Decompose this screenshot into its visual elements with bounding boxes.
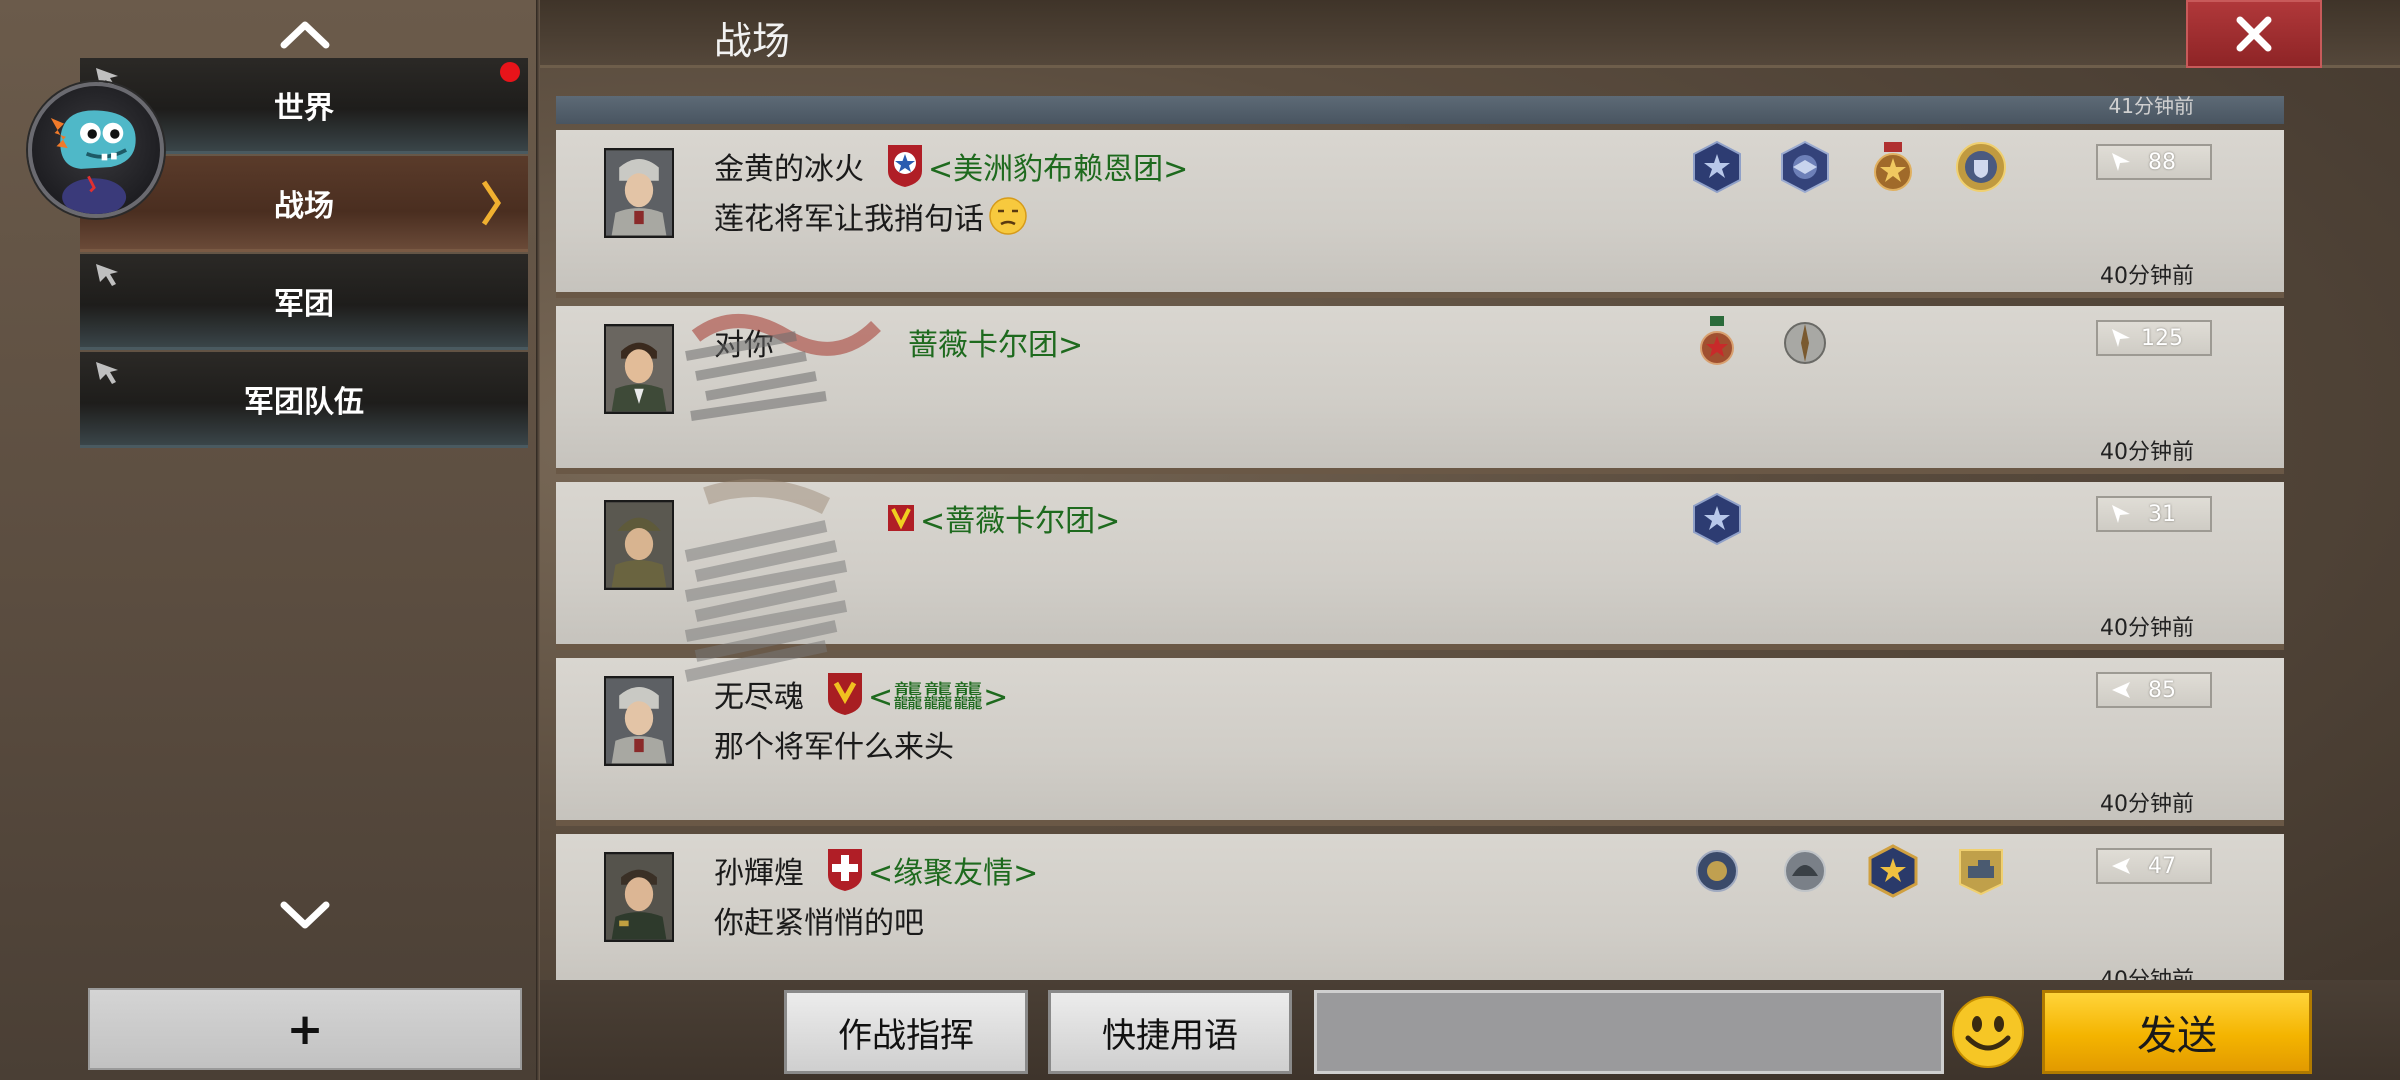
rank-indicator: 85 [2096, 672, 2212, 708]
smiley-icon [1952, 996, 2024, 1068]
message-text: 你赶紧悄悄的吧 [714, 898, 924, 942]
legion-cross-shield-icon [828, 849, 862, 891]
legion-shield-icon [888, 145, 922, 187]
message-time: 41分钟前 [2108, 96, 2194, 118]
rank-indicator: 47 [2096, 848, 2212, 884]
rank-number: 85 [2148, 677, 2176, 703]
message-body: 莲花将军让我捎句话 [714, 202, 984, 237]
arrow-up-rank-icon [2112, 329, 2130, 347]
battle-command-button[interactable]: 作战指挥 [784, 990, 1028, 1074]
sender-line: 金黄的冰火 <美洲豹布赖恩团> [714, 142, 1188, 190]
message-list[interactable]: 41分钟前 金黄的冰火 <美洲豹布赖恩团> 莲花将军让我捎句话 88 40分钟前… [556, 96, 2284, 982]
page-title: 战场 [714, 19, 791, 63]
scroll-up-arrow-icon[interactable] [276, 14, 334, 54]
legion-name[interactable]: <蔷薇卡尔团> [920, 496, 1120, 540]
emoji-button[interactable] [1950, 994, 2026, 1070]
sender-name[interactable]: 孙輝煌 [714, 848, 804, 892]
message-card[interactable]: 金黄的冰火 <美洲豹布赖恩团> 莲花将军让我捎句话 88 40分钟前 [556, 130, 2284, 298]
chevron-right-icon [481, 180, 502, 226]
player-avatar[interactable] [28, 82, 164, 218]
arrow-left-rank-icon [2112, 682, 2130, 698]
add-channel-button[interactable]: + [88, 988, 522, 1070]
sender-name[interactable]: 无尽魂 [714, 672, 804, 716]
rank-number: 47 [2148, 853, 2176, 879]
arrow-up-rank-icon [2112, 153, 2130, 171]
tab-legion-team-label: 军团队伍 [244, 384, 364, 420]
message-card[interactable]: 孙輝煌 <缘聚友情> 你赶紧悄悄的吧 47 40分钟前 [556, 834, 2284, 982]
rank-indicator: 125 [2096, 320, 2212, 356]
sender-line: 孙輝煌 <缘聚友情> [714, 846, 1038, 894]
legion-shield-icon [828, 673, 862, 715]
send-button[interactable]: 发送 [2042, 990, 2312, 1074]
sender-line: 无尽魂 <龘龘龘> [714, 670, 1008, 718]
sender-portrait[interactable] [604, 676, 674, 766]
message-body: 那个将军什么来头 [714, 730, 954, 765]
sender-portrait[interactable] [604, 148, 674, 238]
pin-icon[interactable] [92, 260, 122, 290]
helmet-medal-icon[interactable] [1778, 844, 1832, 898]
red-star-medal-icon[interactable] [1690, 316, 1744, 370]
gold-star-medal-icon[interactable] [1866, 844, 1920, 898]
panel-divider [536, 0, 540, 1080]
message-card[interactable]: 对你 蔷薇卡尔团> 125 40分钟前 [556, 306, 2284, 474]
message-text: 莲花将军让我捎句话 [714, 194, 1028, 238]
notification-dot [500, 62, 520, 82]
message-text: 那个将军什么来头 [714, 722, 954, 766]
message-time: 40分钟前 [2100, 440, 2194, 465]
close-button[interactable] [2186, 0, 2322, 68]
scroll-down-arrow-icon[interactable] [276, 896, 334, 936]
rank-indicator: 31 [2096, 496, 2212, 532]
previous-message-sliver: 41分钟前 [556, 96, 2284, 124]
channel-sidebar: 世界 战场 军团 军团队伍 + [0, 0, 540, 1080]
rank-number: 88 [2148, 149, 2176, 175]
quick-phrase-button[interactable]: 快捷用语 [1048, 990, 1292, 1074]
tank-medal-icon[interactable] [1954, 844, 2008, 898]
sender-line: 对你 蔷薇卡尔团> [714, 318, 1083, 366]
legion-name[interactable]: <缘聚友情> [868, 848, 1038, 892]
rank-number: 31 [2148, 501, 2176, 527]
arrow-left-rank-icon [2112, 858, 2130, 874]
tab-legion-label: 军团 [274, 286, 334, 322]
legion-name[interactable]: <美洲豹布赖恩团> [928, 144, 1188, 188]
sender-portrait[interactable] [604, 500, 674, 590]
sender-portrait[interactable] [604, 324, 674, 414]
unamused-emoji-icon [989, 197, 1027, 235]
tab-world-label: 世界 [274, 90, 334, 126]
bronze-star-medal-icon[interactable] [1866, 140, 1920, 194]
rank-number: 125 [2141, 325, 2183, 351]
message-time: 40分钟前 [2100, 264, 2194, 289]
chat-input[interactable] [1314, 990, 1944, 1074]
legion-name[interactable]: 蔷薇卡尔团> [908, 320, 1083, 364]
message-card[interactable]: 无尽魂 <龘龘龘> 那个将军什么来头 85 40分钟前 [556, 658, 2284, 826]
pin-icon[interactable] [92, 358, 122, 388]
chat-input-bar: 作战指挥 快捷用语 发送 [540, 980, 2400, 1080]
round-medal-icon[interactable] [1690, 844, 1744, 898]
blue-eagle-medal-icon[interactable] [1778, 140, 1832, 194]
sender-portrait[interactable] [604, 852, 674, 942]
sender-line: <蔷薇卡尔团> [714, 494, 1120, 542]
close-icon [2236, 16, 2272, 52]
legion-v-badge-icon [888, 505, 914, 531]
blue-star-medal-icon[interactable] [1690, 492, 1744, 546]
message-time: 40分钟前 [2100, 792, 2194, 817]
arrow-up-rank-icon [2112, 505, 2130, 523]
message-time: 40分钟前 [2100, 968, 2194, 982]
rank-indicator: 88 [2096, 144, 2212, 180]
tab-battlefield-label: 战场 [274, 188, 334, 224]
header-bar: 战场 [540, 0, 2400, 68]
message-time: 40分钟前 [2100, 616, 2194, 641]
legion-name[interactable]: <龘龘龘> [868, 672, 1008, 716]
tab-legion[interactable]: 军团 [80, 254, 528, 350]
tab-legion-team[interactable]: 军团队伍 [80, 352, 528, 448]
message-card[interactable]: <蔷薇卡尔团> 31 40分钟前 [556, 482, 2284, 650]
sender-name[interactable]: 金黄的冰火 [714, 144, 864, 188]
sender-name[interactable]: 对你 [714, 320, 774, 364]
gold-shield-medal-icon[interactable] [1954, 140, 2008, 194]
blue-star-medal-icon[interactable] [1690, 140, 1744, 194]
compass-medal-icon[interactable] [1778, 316, 1832, 370]
message-body: 你赶紧悄悄的吧 [714, 906, 924, 941]
